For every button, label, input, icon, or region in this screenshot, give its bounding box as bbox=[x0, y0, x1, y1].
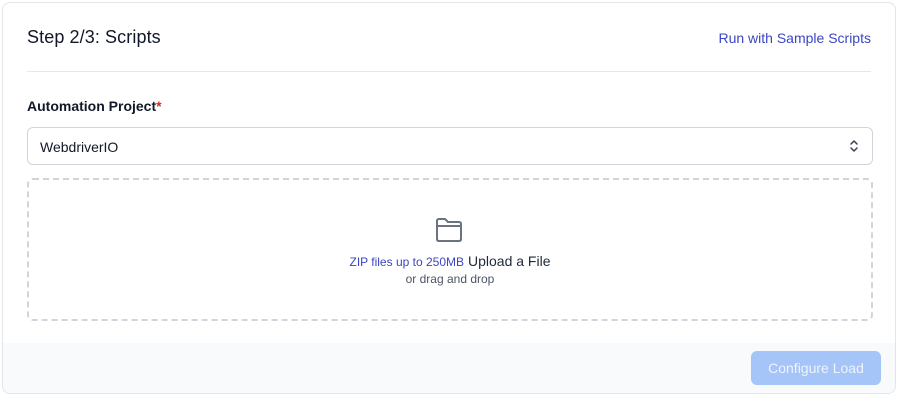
scripts-step-card: Step 2/3: Scripts Run with Sample Script… bbox=[2, 2, 896, 394]
chevron-up-down-icon bbox=[850, 140, 858, 152]
zip-size-note: ZIP files up to 250MB bbox=[349, 255, 464, 269]
automation-project-selected-value: WebdriverIO bbox=[40, 139, 119, 155]
step-title: Step 2/3: Scripts bbox=[27, 27, 161, 47]
drag-and-drop-note: or drag and drop bbox=[405, 272, 495, 286]
file-upload-dropzone[interactable]: ZIP files up to 250MB Upload a File or dr… bbox=[27, 178, 873, 321]
configure-load-button[interactable]: Configure Load bbox=[751, 351, 881, 385]
upload-file-label[interactable]: Upload a File bbox=[468, 253, 551, 269]
automation-project-label-text: Automation Project bbox=[27, 98, 157, 114]
step-header: Step 2/3: Scripts Run with Sample Script… bbox=[27, 3, 871, 72]
card-footer: Configure Load bbox=[3, 343, 895, 393]
run-sample-scripts-link[interactable]: Run with Sample Scripts bbox=[718, 30, 871, 46]
required-marker: * bbox=[156, 98, 162, 114]
folder-icon bbox=[436, 218, 462, 242]
automation-project-select[interactable]: WebdriverIO bbox=[27, 127, 873, 165]
upload-line: ZIP files up to 250MB Upload a File bbox=[29, 253, 871, 269]
automation-project-label: Automation Project* bbox=[27, 98, 162, 114]
